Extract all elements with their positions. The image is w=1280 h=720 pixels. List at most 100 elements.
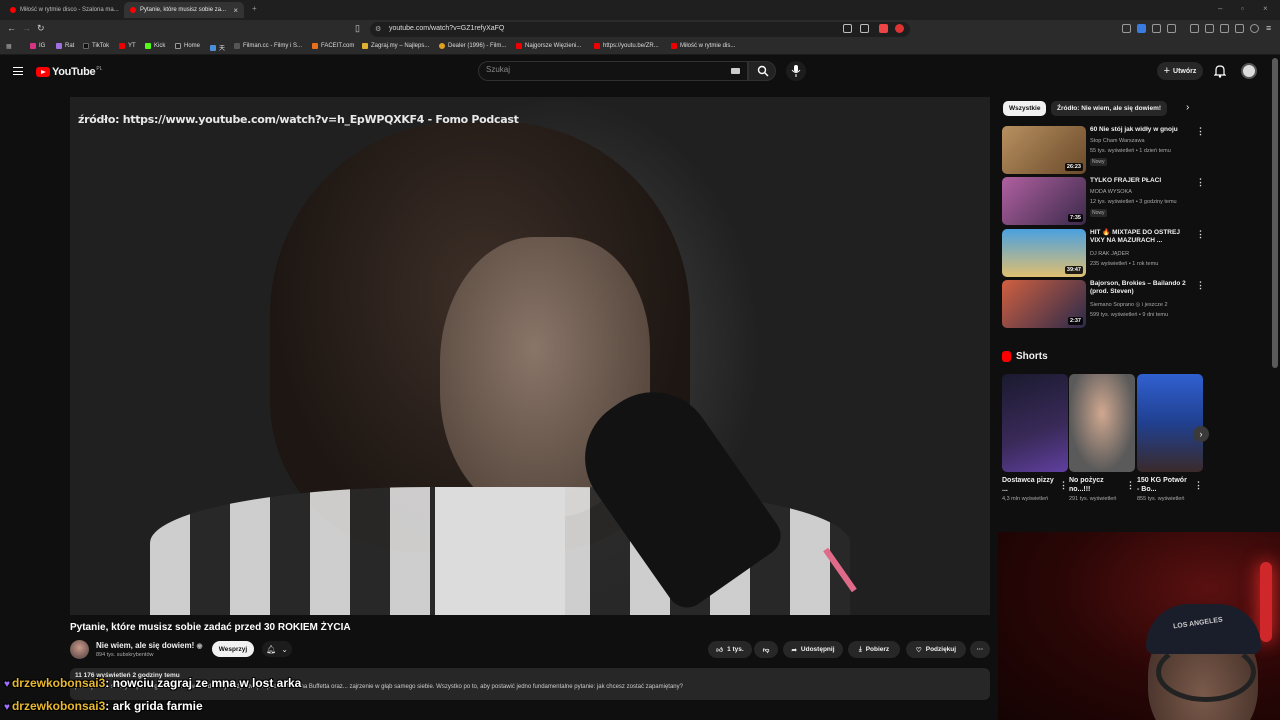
extension-icon[interactable] [1122, 24, 1131, 33]
bookmark-item[interactable]: Filman.cc - Filmy i S... [234, 43, 302, 49]
back-button[interactable]: ← [7, 23, 16, 33]
minimize-window-button[interactable]: – [1218, 4, 1222, 13]
maximize-window-button[interactable]: ▫ [1241, 4, 1244, 13]
sidebar-icon[interactable] [1205, 24, 1214, 33]
wallet-icon[interactable] [1220, 24, 1229, 33]
close-window-button[interactable]: × [1263, 4, 1268, 13]
more-options-icon[interactable]: ⋮ [1126, 480, 1135, 491]
support-button[interactable]: Wesprzyj [212, 641, 254, 657]
more-options-icon[interactable]: ⋮ [1059, 480, 1068, 491]
search-icon [757, 65, 769, 77]
bookmark-item[interactable]: Miłość w rytmie dis... [671, 43, 735, 49]
more-options-icon[interactable]: ⋮ [1196, 280, 1205, 291]
voice-search-button[interactable] [786, 61, 806, 81]
create-button[interactable]: + Utwórz [1157, 62, 1203, 80]
chip-all[interactable]: Wszystkie [1003, 101, 1047, 116]
channel-name[interactable]: Nie wiem, ale się dowiem! ◉ [96, 641, 203, 650]
chips-next-icon[interactable]: › [1186, 102, 1189, 113]
keyboard-icon[interactable] [731, 68, 740, 74]
bookmark-item[interactable]: TikTok [83, 43, 109, 49]
recommended-video[interactable]: 2:37 Bajorson, Brokies – Bailando 2 (pro… [1002, 280, 1205, 328]
extension-icon[interactable] [1152, 24, 1161, 33]
forward-button[interactable]: → [22, 23, 31, 33]
search-input[interactable] [486, 65, 726, 74]
bookmark-item[interactable]: Kick [145, 43, 165, 49]
recommended-video[interactable]: 39:47 HIT 🔥 MIXTAPE DO OSTREJ VIXY NA MA… [1002, 229, 1205, 277]
short-thumbnail [1069, 374, 1135, 472]
short-thumbnail [1002, 374, 1068, 472]
bookmark-icon[interactable]: ▯ [355, 23, 360, 34]
heart-icon: ♥ [4, 679, 10, 690]
youtube-header: YouTube PL + Utwórz [0, 56, 1270, 88]
site-info-icon[interactable]: ⚙ [375, 25, 381, 33]
thanks-heart-icon: ♡ [915, 646, 922, 654]
youtube-favicon-icon [130, 7, 136, 13]
bookmark-item[interactable]: IG [30, 43, 45, 49]
chip-source-channel[interactable]: Źródło: Nie wiem, ale się dowiem! [1051, 101, 1168, 116]
share-button[interactable]: ➦ Udostępnij [783, 641, 843, 658]
bookmark-item[interactable]: 天 [210, 43, 225, 52]
screen-cast-icon[interactable] [843, 24, 852, 33]
recommended-video[interactable]: 7:35 TYLKO FRAJER PŁACI MODA WYSOKA 12 t… [1002, 177, 1205, 225]
notifications-bell-icon[interactable] [1214, 65, 1226, 78]
new-tab-button[interactable]: + [252, 4, 257, 13]
thanks-button[interactable]: ♡ Podziękuj [906, 641, 966, 658]
streamer-webcam: LOS ANGELES [998, 532, 1280, 720]
rewards-icon[interactable] [895, 24, 904, 33]
channel-avatar[interactable] [70, 640, 89, 659]
like-button[interactable]: 👍︎ 1 tys. [708, 641, 752, 658]
extension-icon[interactable] [1137, 24, 1146, 33]
thumbs-up-icon: 👍︎ [716, 646, 724, 654]
subscriber-count: 894 tys. subskrybentów [96, 652, 154, 658]
bookmark-item[interactable]: FACEIT.com [312, 43, 354, 49]
browser-tab-active[interactable]: Pytanie, które musisz sobie za... × [124, 2, 244, 18]
menu-icon[interactable]: ≡ [1266, 23, 1271, 33]
short-video[interactable]: No pożycz no...!!! 291 tys. wyświetleń ⋮ [1069, 374, 1135, 503]
bookmark-item[interactable]: Najgorsze Więzieni... [516, 43, 581, 49]
address-bar[interactable]: ⚙ youtube.com/watch?v=GZ1refyXaFQ [370, 22, 910, 37]
bookmark-item[interactable]: Zagraj.my – Najleps... [362, 43, 429, 49]
video-title: Pytanie, które musisz sobie zadać przed … [70, 622, 351, 633]
bookmark-item[interactable]: Rat [56, 43, 74, 49]
shorts-next-button[interactable]: › [1193, 426, 1209, 442]
vpn-icon[interactable] [1250, 24, 1259, 33]
browser-tab[interactable]: Miłość w rytmie disco - Szalona ma... [4, 2, 120, 18]
bookmark-item[interactable]: Dealer (1996) - Film... [439, 43, 506, 49]
browser-toolbar: ← → ↻ ▯ ⚙ youtube.com/watch?v=GZ1refyXaF… [0, 20, 1280, 39]
more-options-icon[interactable]: ⋮ [1194, 480, 1203, 491]
shorts-heading: Shorts [1002, 351, 1048, 362]
hamburger-menu-icon[interactable] [13, 67, 23, 75]
plus-icon: + [1163, 65, 1171, 77]
webcam-light [1260, 562, 1272, 642]
search-button[interactable] [748, 61, 776, 81]
more-actions-button[interactable]: ··· [970, 641, 990, 658]
bookmark-item[interactable]: https://youtu.be/ZR... [594, 43, 659, 49]
more-options-icon[interactable]: ⋮ [1196, 177, 1205, 188]
more-options-icon[interactable]: ⋮ [1196, 126, 1205, 137]
bookmark-item[interactable]: YT [119, 43, 136, 49]
close-tab-icon[interactable]: × [233, 6, 238, 15]
dislike-button[interactable]: 👎︎ [754, 641, 778, 658]
subscription-notifications-button[interactable]: 🔔︎ ⌄ [262, 641, 292, 657]
extension-icon[interactable] [1167, 24, 1176, 33]
search-box [478, 61, 748, 81]
recommended-video[interactable]: 26:23 60 Nie stój jak widły w gnoju Stop… [1002, 126, 1205, 174]
short-video[interactable]: 150 KG Potwór - Bo... 855 tys. wyświetle… [1137, 374, 1203, 503]
brave-shield-icon[interactable] [879, 24, 888, 33]
youtube-logo[interactable]: YouTube PL [36, 66, 102, 78]
share-icon[interactable] [860, 24, 869, 33]
reload-button[interactable]: ↻ [37, 23, 45, 34]
chevron-right-icon: › [1199, 429, 1203, 439]
music-icon[interactable] [1190, 24, 1199, 33]
account-avatar[interactable] [1241, 63, 1257, 79]
more-options-icon[interactable]: ⋮ [1196, 229, 1205, 240]
video-player[interactable]: źródło: https://www.youtube.com/watch?v=… [70, 97, 990, 615]
download-button[interactable]: ⤓ Pobierz [848, 641, 900, 658]
extensions-puzzle-icon[interactable] [1235, 24, 1244, 33]
page-scrollbar[interactable] [1272, 58, 1278, 368]
bookmark-item[interactable]: Home [175, 43, 200, 49]
short-video[interactable]: Dostawca pizzy ... 4,3 mln wyświetleń ⋮ [1002, 374, 1068, 503]
apps-grid-icon[interactable]: ▦ [6, 43, 12, 50]
short-thumbnail [1137, 374, 1203, 472]
video-thumbnail: 2:37 [1002, 280, 1086, 328]
